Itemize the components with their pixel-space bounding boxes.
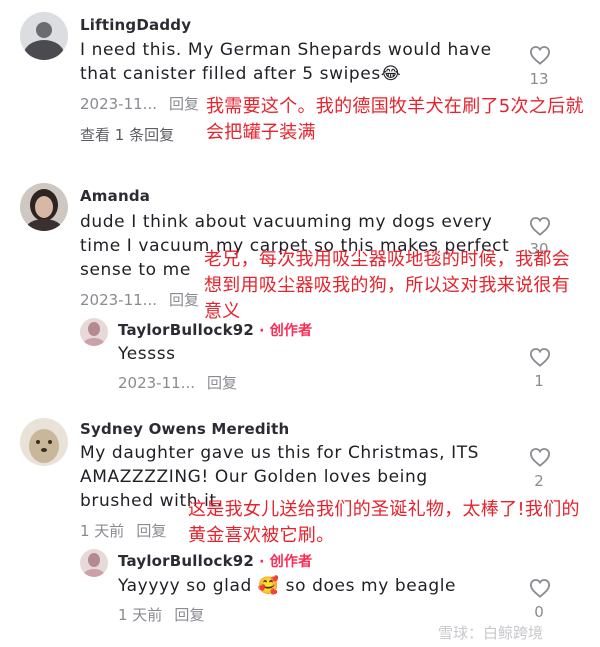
avatar[interactable] [20,183,68,231]
reply-button[interactable]: 回复 [169,291,199,309]
comment-time: 1 天前 [80,522,125,540]
reply-time: 2023-11... [118,374,195,392]
reply-time: 1 天前 [118,606,163,624]
translation-annotation: 老兄，每次我用吸尘器吸地毯的时候，我都会想到用吸尘器吸我的狗，所以这对我来说很有… [204,249,570,322]
view-replies-link[interactable]: 查看 1 条回复 [80,124,174,145]
creator-badge: 创作者 [269,554,313,570]
reply-meta: 2023-11... 回复 [118,372,237,393]
translation-annotation: 这是我女儿送给我们的圣诞礼物，太棒了!我们的黄金喜欢被它刷。 [188,499,580,546]
like-count: 0 [534,603,544,621]
comment-meta: 1 天前 回复 [80,520,166,541]
translation-annotation: 我需要这个。我的德国牧羊犬在刷了5次之后就会把罐子装满 [206,96,584,143]
like-count: 1 [534,372,544,390]
comment-time: 2023-11... [80,291,157,309]
creator-badge: 创作者 [269,323,313,339]
reply-text: Yessss [118,344,176,364]
reply-username-text: TaylorBullock92 [118,321,255,339]
heart-icon[interactable] [529,578,551,598]
comment-username[interactable]: Sydney Owens Meredith [80,420,289,438]
reply-button[interactable]: 回复 [169,95,199,113]
heart-icon[interactable] [529,347,551,367]
like-count: 13 [529,70,549,88]
heart-icon[interactable] [529,45,551,65]
avatar[interactable] [80,549,108,577]
creator-separator: · [254,323,270,339]
reply-username-text: TaylorBullock92 [118,552,255,570]
reply-username[interactable]: TaylorBullock92 · 创作者 [118,320,312,340]
comment-meta: 2023-11... 回复 [80,93,199,114]
like-count: 2 [534,472,544,490]
creator-separator: · [254,554,270,570]
avatar[interactable] [20,418,68,466]
comment-time: 2023-11... [80,95,157,113]
comment-text: I need this. My German Shepards would ha… [80,40,492,84]
reply-button[interactable]: 回复 [136,522,166,540]
heart-icon[interactable] [529,216,551,236]
reply-text: Yayyyy so glad 🥰 so does my beagle [118,576,457,596]
reply-meta: 1 天前 回复 [118,604,204,625]
avatar[interactable] [20,12,68,60]
reply-button[interactable]: 回复 [207,374,237,392]
comment-meta: 2023-11... 回复 [80,289,199,310]
comment-username[interactable]: LiftingDaddy [80,16,191,34]
reply-button[interactable]: 回复 [174,606,204,624]
comment-username[interactable]: Amanda [80,187,150,205]
watermark: 雪球：白鲸跨境 [438,624,544,642]
reply-username[interactable]: TaylorBullock92 · 创作者 [118,551,312,571]
avatar[interactable] [80,318,108,346]
heart-icon[interactable] [529,447,551,467]
